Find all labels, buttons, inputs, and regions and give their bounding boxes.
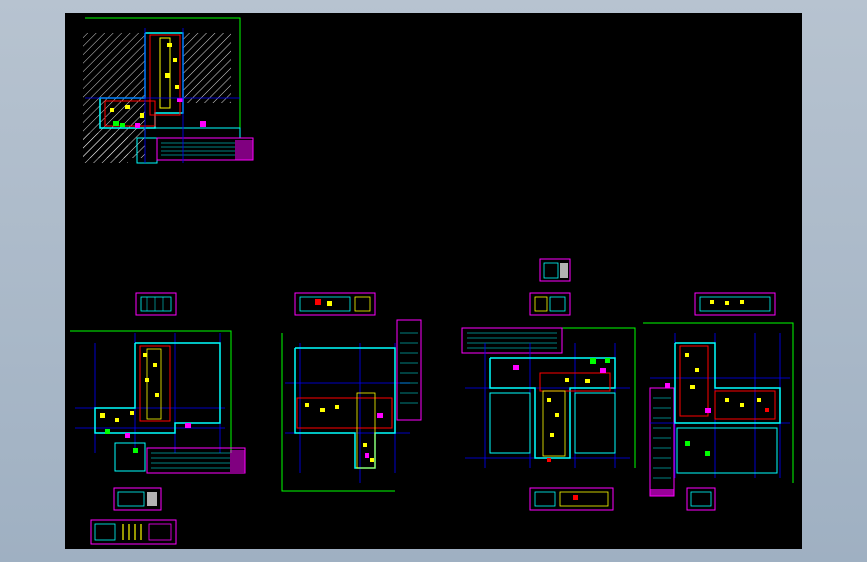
floor-plan-4 <box>643 322 794 483</box>
detail-block-2 <box>294 292 376 316</box>
detail-block-6 <box>113 487 162 511</box>
detail-block-3 <box>539 258 571 282</box>
detail-block-9 <box>686 487 716 511</box>
detail-block-1 <box>135 292 177 316</box>
floor-plan-1 <box>70 330 246 474</box>
floor-plan-3 <box>461 327 636 468</box>
detail-block-4 <box>529 292 571 316</box>
site-plan-with-hatch <box>83 17 254 164</box>
floor-plan-2 <box>281 319 422 492</box>
cad-drawing <box>70 17 794 545</box>
cad-model-space[interactable] <box>65 13 802 549</box>
detail-block-7 <box>90 519 177 545</box>
detail-block-10 <box>649 387 675 497</box>
detail-block-8 <box>529 487 614 511</box>
detail-block-5 <box>694 292 776 316</box>
